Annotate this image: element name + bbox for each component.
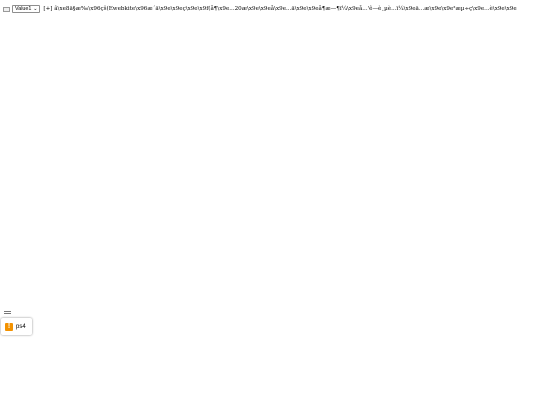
notification-label: ps4 (16, 323, 26, 330)
small-button[interactable] (3, 6, 10, 12)
alert-icon: ! (5, 322, 13, 331)
notification-card[interactable]: ! ps4 (1, 318, 32, 335)
status-text: [+] ã\xe8ä§æ‰\x96çš(Ewebkite\x96æ´ä\x9e\… (43, 6, 517, 12)
notification-handle[interactable] (4, 311, 11, 314)
top-toolbar: Value1 ⌄ [+] ã\xe8ä§æ‰\x96çš(Ewebkite\x9… (3, 4, 517, 14)
chevron-down-icon: ⌄ (33, 6, 38, 12)
browser-page: Value1 ⌄ [+] ã\xe8ä§æ‰\x96çš(Ewebkite\x9… (0, 0, 540, 405)
value-select[interactable]: Value1 ⌄ (12, 5, 41, 13)
value-select-current: Value1 (15, 6, 32, 12)
